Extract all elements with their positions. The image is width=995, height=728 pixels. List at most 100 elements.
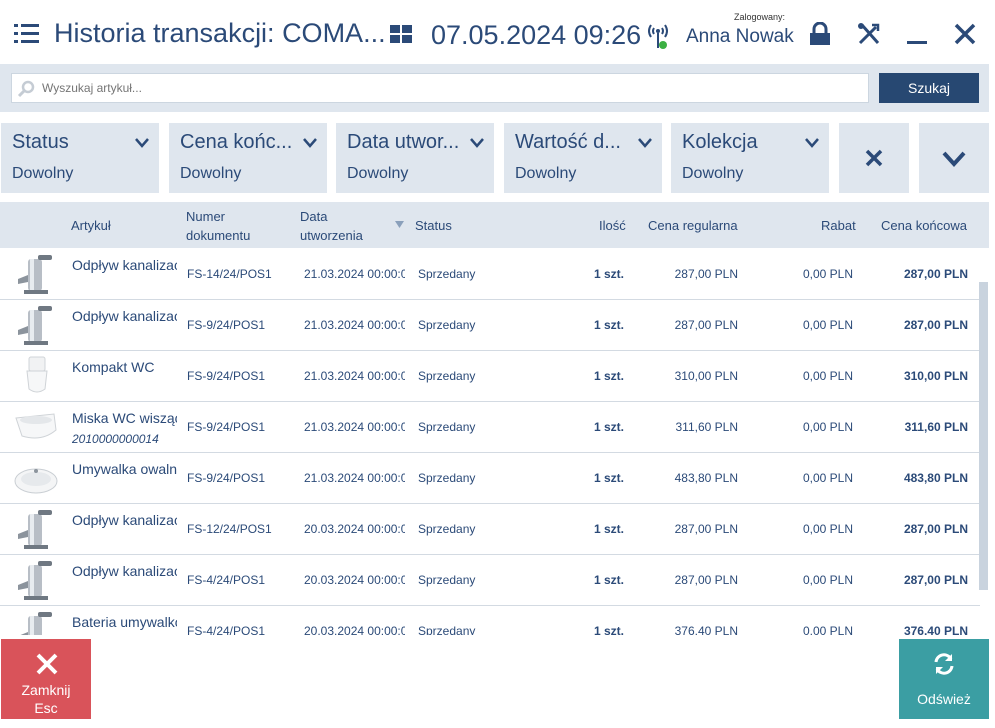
refresh-button[interactable]: Odśwież bbox=[899, 639, 989, 719]
col-header-discount[interactable]: Rabat bbox=[821, 216, 856, 235]
search-button[interactable]: Szukaj bbox=[879, 73, 979, 103]
final-price-cell: 310,00 PLN bbox=[903, 369, 968, 383]
menu-icon[interactable] bbox=[14, 24, 39, 44]
article-code: 2010000000014 bbox=[72, 432, 159, 446]
filter-document-value[interactable]: Wartość d... Dowolny bbox=[504, 123, 662, 193]
faucet-icon bbox=[12, 508, 60, 550]
col-header-created[interactable]: Data utworzenia bbox=[300, 207, 363, 245]
close-button[interactable]: Zamknij Esc bbox=[1, 639, 91, 719]
col-header-line: dokumentu bbox=[186, 228, 251, 243]
col-header-status[interactable]: Status bbox=[415, 216, 452, 235]
search-box[interactable] bbox=[11, 73, 869, 103]
expand-filters-button[interactable] bbox=[919, 123, 989, 193]
col-header-line: Data bbox=[300, 209, 328, 224]
regular-price-cell: 311,60 PLN bbox=[675, 420, 739, 434]
search-input[interactable] bbox=[42, 74, 862, 102]
doc-number-cell: FS-9/24/POS1 bbox=[187, 471, 266, 485]
discount-cell: 0,00 PLN bbox=[802, 267, 853, 281]
user-name: Anna Nowak bbox=[686, 26, 794, 47]
regular-price-cell: 287,00 PLN bbox=[674, 318, 738, 332]
header-bar: Historia transakcji: COMA... 07.05.2024 … bbox=[0, 0, 995, 64]
status-cell: Sprzedany bbox=[418, 573, 476, 587]
table-row[interactable]: Odpływ kanalizac FS-9/24/POS1 21.03.2024 0… bbox=[0, 300, 980, 351]
status-cell: Sprzedany bbox=[418, 369, 476, 383]
regular-price-cell: 287,00 PLN bbox=[674, 573, 738, 587]
filter-created-date[interactable]: Data utwor... Dowolny bbox=[336, 123, 494, 193]
lock-icon[interactable] bbox=[808, 21, 832, 46]
quantity-cell: 1 szt. bbox=[594, 624, 625, 635]
discount-cell: 0,00 PLN bbox=[802, 471, 853, 485]
final-price-cell: 287,00 PLN bbox=[903, 318, 968, 332]
quantity-cell: 1 szt. bbox=[594, 522, 625, 536]
minimize-icon[interactable] bbox=[905, 22, 929, 46]
quantity-cell: 1 szt. bbox=[594, 318, 625, 332]
toilet-icon bbox=[12, 355, 60, 397]
col-header-qty[interactable]: Ilość bbox=[599, 216, 626, 235]
chevron-down-icon bbox=[470, 138, 484, 148]
close-button-shortcut: Esc bbox=[34, 700, 58, 716]
chevron-down-icon bbox=[638, 138, 652, 148]
chevron-down-icon bbox=[805, 138, 819, 148]
created-date-cell: 21.03.2024 00:00:00 bbox=[304, 267, 405, 281]
close-icon bbox=[36, 653, 58, 675]
created-date-cell: 21.03.2024 00:00:00 bbox=[304, 471, 405, 485]
filter-status[interactable]: Status Dowolny bbox=[1, 123, 159, 193]
close-button-label: Zamknij bbox=[21, 682, 71, 698]
scrollbar[interactable] bbox=[979, 282, 988, 590]
final-price-cell: 483,80 PLN bbox=[903, 471, 968, 485]
connection-antenna-icon bbox=[646, 22, 670, 50]
table-row[interactable]: Miska WC wiszące 2010000000014 FS-9/24/POS… bbox=[0, 402, 980, 453]
table-row[interactable]: Kompakt WC FS-9/24/POS1 21.03.2024 00:00:0… bbox=[0, 351, 980, 402]
filter-label: Kolekcja bbox=[682, 131, 758, 153]
col-header-regular-price[interactable]: Cena regularna bbox=[648, 216, 738, 235]
article-name: Odpływ kanalizac bbox=[72, 512, 177, 528]
table-row[interactable]: Odpływ kanalizac FS-4/24/POS1 20.03.2024 0… bbox=[0, 555, 980, 606]
table-row[interactable]: Bateria umywalko FS-4/24/POS1 20.03.2024 0… bbox=[0, 606, 980, 635]
doc-number-cell: FS-12/24/POS1 bbox=[187, 522, 272, 536]
clear-icon bbox=[865, 149, 883, 167]
quantity-cell: 1 szt. bbox=[594, 420, 625, 434]
doc-number-cell: FS-9/24/POS1 bbox=[187, 420, 266, 434]
filter-value: Dowolny bbox=[347, 165, 409, 182]
table-row[interactable]: Umywalka owalna FS-9/24/POS1 21.03.2024 00… bbox=[0, 453, 980, 504]
article-name: Odpływ kanalizac bbox=[72, 563, 177, 579]
col-header-article[interactable]: Artykuł bbox=[71, 216, 111, 235]
created-date-cell: 21.03.2024 00:00:00 bbox=[304, 318, 405, 332]
article-name: Miska WC wiszące bbox=[72, 410, 177, 426]
doc-number-cell: FS-9/24/POS1 bbox=[187, 318, 266, 332]
transaction-history-window: Historia transakcji: COMA... 07.05.2024 … bbox=[0, 0, 995, 728]
faucet-icon bbox=[12, 304, 60, 346]
quantity-cell: 1 szt. bbox=[594, 471, 625, 485]
created-date-cell: 20.03.2024 00:00:00 bbox=[304, 522, 405, 536]
regular-price-cell: 310,00 PLN bbox=[674, 369, 738, 383]
created-date-cell: 21.03.2024 00:00:00 bbox=[304, 420, 405, 434]
wall-toilet-icon bbox=[12, 406, 60, 448]
filter-final-price[interactable]: Cena końc... Dowolny bbox=[169, 123, 327, 193]
final-price-cell: 287,00 PLN bbox=[903, 573, 968, 587]
col-header-doc-number[interactable]: Numer dokumentu bbox=[186, 207, 250, 245]
logged-in-label: Zalogowany: bbox=[734, 12, 786, 22]
article-name: Odpływ kanalizac bbox=[72, 308, 177, 324]
current-datetime: 07.05.2024 09:26 bbox=[431, 20, 642, 50]
doc-number-cell: FS-9/24/POS1 bbox=[187, 369, 266, 383]
table-row[interactable]: Odpływ kanalizac FS-14/24/POS1 21.03.2024 … bbox=[0, 249, 980, 300]
discount-cell: 0,00 PLN bbox=[802, 420, 853, 434]
regular-price-cell: 287,00 PLN bbox=[674, 522, 738, 536]
created-date-cell: 20.03.2024 00:00:00 bbox=[304, 624, 405, 635]
quantity-cell: 1 szt. bbox=[594, 267, 625, 281]
clear-filters-button[interactable] bbox=[839, 123, 909, 193]
refresh-icon bbox=[934, 653, 954, 675]
col-header-final-price[interactable]: Cena końcowa bbox=[881, 216, 967, 235]
article-name: Bateria umywalko bbox=[72, 614, 177, 630]
final-price-cell: 287,00 PLN bbox=[903, 522, 968, 536]
filters-bar: Status Dowolny Cena końc... Dowolny Data… bbox=[0, 112, 995, 202]
basin-icon bbox=[12, 457, 60, 499]
status-cell: Sprzedany bbox=[418, 267, 476, 281]
filter-collection[interactable]: Kolekcja Dowolny bbox=[671, 123, 829, 193]
col-header-line: utworzenia bbox=[300, 228, 363, 243]
table-row[interactable]: Odpływ kanalizac FS-12/24/POS1 20.03.2024 … bbox=[0, 504, 980, 555]
grid-view-icon[interactable] bbox=[390, 25, 413, 44]
created-date-cell: 20.03.2024 00:00:00 bbox=[304, 573, 405, 587]
close-window-icon[interactable] bbox=[953, 22, 977, 46]
tools-icon[interactable] bbox=[857, 22, 881, 46]
